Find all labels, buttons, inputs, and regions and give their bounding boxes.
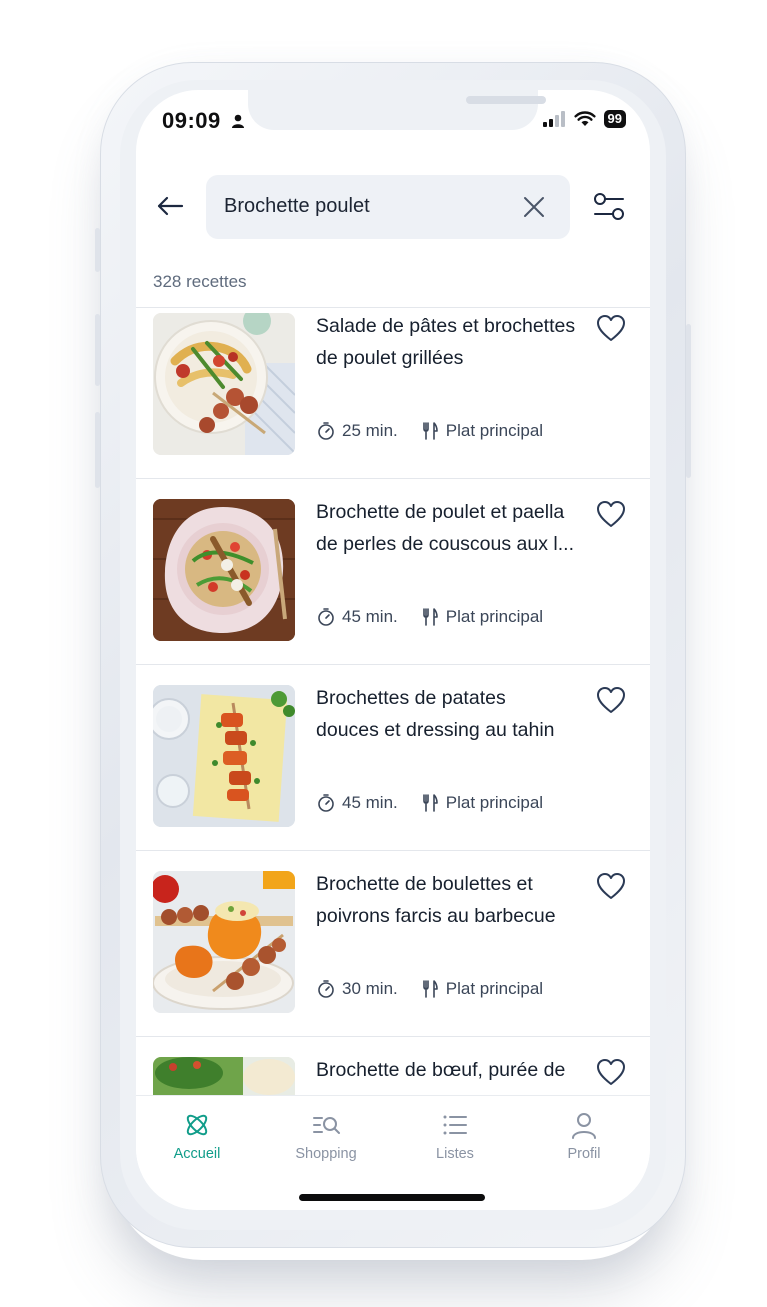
- cutlery-icon: [422, 980, 438, 998]
- timer-icon: [318, 794, 334, 812]
- home-indicator[interactable]: [299, 1194, 485, 1201]
- recipe-meta: 45 min. Plat principal: [316, 607, 543, 627]
- recipe-title-line: douces et dressing au tahin: [316, 719, 555, 741]
- nav-label: Accueil: [173, 1146, 221, 1162]
- status-indicators: 99: [542, 110, 626, 128]
- recipe-list[interactable]: Salade de pâtes et brochettes de poulet …: [136, 307, 650, 1095]
- recipe-meta: 30 min. Plat principal: [316, 979, 543, 999]
- recipe-category: Plat principal: [445, 607, 544, 626]
- heart-icon[interactable]: [596, 872, 626, 900]
- volume-up-button: [95, 314, 100, 386]
- user-icon: [572, 1113, 596, 1139]
- recipe-title[interactable]: Salade de pâtes et brochettes de poulet …: [316, 310, 590, 374]
- recipe-category: Plat principal: [445, 979, 544, 998]
- recipe-photo: [153, 313, 295, 455]
- speaker: [466, 96, 546, 104]
- recipe-card[interactable]: Brochette de poulet et paella de perles …: [136, 479, 650, 665]
- timer-icon: [318, 608, 334, 626]
- recipe-title-line: poivrons farcis au barbecue: [316, 905, 556, 927]
- nav-label: Profil: [567, 1146, 601, 1162]
- recipe-card[interactable]: Brochette de bœuf, purée de: [136, 1037, 650, 1095]
- recipe-photo: [153, 871, 295, 1013]
- recipe-title-line: Brochette de boulettes et: [316, 873, 533, 895]
- recipe-title-line: Brochette de poulet et paella: [316, 501, 565, 523]
- recipe-time: 45 min.: [342, 607, 398, 626]
- wifi-icon: [573, 111, 596, 126]
- timer-icon: [318, 980, 334, 998]
- recipe-meta: 45 min. Plat principal: [316, 793, 543, 813]
- bottom-navigation: Accueil Shopping Listes Profil: [136, 1095, 650, 1210]
- recipe-card[interactable]: Salade de pâtes et brochettes de poulet …: [136, 308, 650, 479]
- status-time-text: 09:09: [162, 108, 221, 133]
- nav-label: Shopping: [295, 1146, 357, 1162]
- recipe-category: Plat principal: [445, 793, 544, 812]
- app-screen: 09:09 99 Brochette poulet 328 recettes S…: [136, 90, 650, 1210]
- device-stage: 09:09 99 Brochette poulet 328 recettes S…: [0, 0, 767, 1307]
- heart-icon[interactable]: [596, 686, 626, 714]
- atom-icon: [186, 1114, 208, 1136]
- list-icon: [443, 1115, 467, 1135]
- recipe-title[interactable]: Brochettes de patates douces et dressing…: [316, 682, 590, 746]
- recipe-title[interactable]: Brochette de boulettes et poivrons farci…: [316, 868, 590, 932]
- notch: [248, 90, 546, 130]
- search-input[interactable]: Brochette poulet: [206, 175, 570, 239]
- recipe-image[interactable]: [153, 499, 295, 641]
- recipe-category: Plat principal: [445, 421, 544, 440]
- nav-item-profil[interactable]: Profil: [534, 1110, 634, 1162]
- cutlery-icon: [422, 794, 438, 812]
- cutlery-icon: [422, 422, 438, 440]
- recipe-meta: 25 min. Plat principal: [316, 421, 543, 441]
- recipe-title[interactable]: Brochette de poulet et paella de perles …: [316, 496, 590, 560]
- timer-icon: [318, 422, 334, 440]
- nav-label: Listes: [436, 1146, 474, 1162]
- mute-switch: [95, 228, 100, 272]
- nav-item-listes[interactable]: Listes: [405, 1110, 505, 1162]
- recipe-image[interactable]: [153, 685, 295, 827]
- recipe-card[interactable]: Brochettes de patates douces et dressing…: [136, 665, 650, 851]
- person-icon: [232, 114, 245, 128]
- recipe-time: 25 min.: [342, 421, 398, 440]
- heart-icon[interactable]: [596, 1058, 626, 1086]
- recipe-image[interactable]: [153, 1057, 295, 1095]
- search-query[interactable]: Brochette poulet: [224, 195, 370, 218]
- battery-indicator: 99: [603, 110, 626, 128]
- recipe-title-line: de poulet grillées: [316, 347, 464, 369]
- filter-icon[interactable]: [592, 190, 626, 224]
- back-arrow-icon[interactable]: [154, 190, 186, 222]
- recipe-photo: [153, 1057, 295, 1095]
- volume-down-button: [95, 412, 100, 488]
- recipe-image[interactable]: [153, 871, 295, 1013]
- recipe-title[interactable]: Brochette de bœuf, purée de: [316, 1054, 590, 1086]
- recipe-title-line: Brochette de bœuf, purée de: [316, 1059, 566, 1081]
- recipe-photo: [153, 685, 295, 827]
- recipe-time: 30 min.: [342, 979, 398, 998]
- heart-icon[interactable]: [596, 314, 626, 342]
- recipe-card[interactable]: Brochette de boulettes et poivrons farci…: [136, 851, 650, 1037]
- close-icon[interactable]: [522, 195, 546, 219]
- nav-item-shopping[interactable]: Shopping: [276, 1110, 376, 1162]
- recipe-photo: [153, 499, 295, 641]
- nav-item-accueil[interactable]: Accueil: [147, 1110, 247, 1162]
- recipe-image[interactable]: [153, 313, 295, 455]
- status-time: 09:09: [162, 108, 246, 134]
- results-count: 328 recettes: [153, 272, 247, 291]
- heart-icon[interactable]: [596, 500, 626, 528]
- power-button: [686, 324, 691, 478]
- recipe-time: 45 min.: [342, 793, 398, 812]
- recipe-title-line: de perles de couscous aux l...: [316, 533, 574, 555]
- recipe-title-line: Salade de pâtes et brochettes: [316, 315, 576, 337]
- search-list-icon: [313, 1117, 340, 1134]
- recipe-title-line: Brochettes de patates: [316, 687, 506, 709]
- cellular-signal-icon: [542, 111, 565, 127]
- cutlery-icon: [422, 608, 438, 626]
